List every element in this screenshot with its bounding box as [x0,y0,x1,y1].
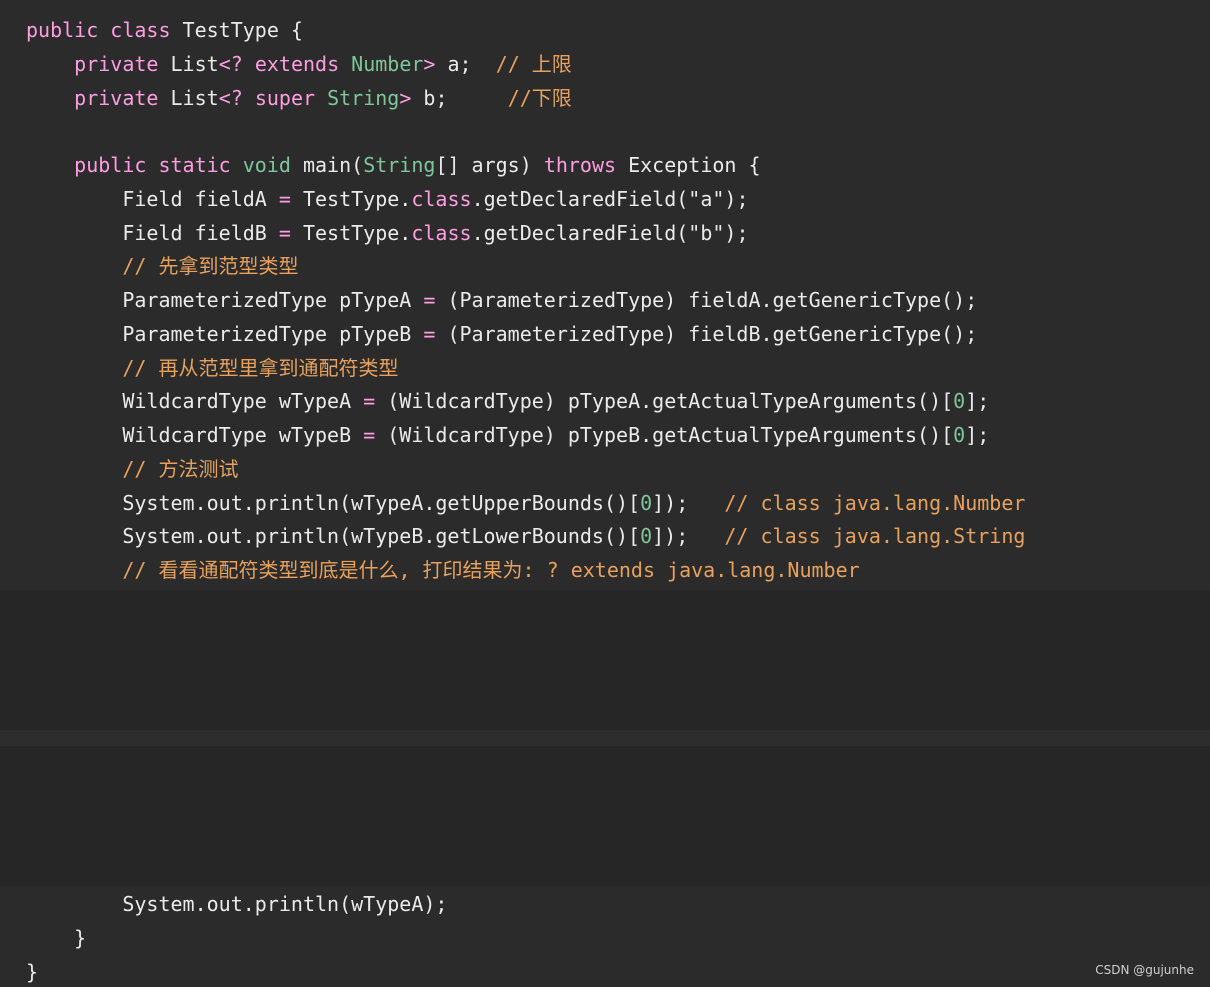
code-line-15: System.out.println(wTypeA.getUpperBounds… [122,491,1026,515]
code-line-7: Field fieldB = TestType.class.getDeclare… [122,221,749,245]
code-line-13: WildcardType wTypeB = (WildcardType) pTy… [122,423,990,447]
code-line-17-comment: // 看看通配符类型到底是什么, 打印结果为: ? extends java.l… [122,558,860,582]
code-line-20: } [26,960,39,984]
code-line-2: private List<? extends Number> a; // 上限 [74,52,572,76]
code-line-14-comment: // 方法测试 [122,457,239,481]
code-line-11-comment: // 再从范型里拿到通配符类型 [122,356,399,380]
code-line-9: ParameterizedType pTypeA = (Parameterize… [122,288,978,312]
code-blank-separator [0,730,1210,746]
watermark: CSDN @gujunhe [1095,963,1194,977]
code-line-19: } [74,926,87,950]
code-line-10: ParameterizedType pTypeB = (Parameterize… [122,322,978,346]
code-line-16: System.out.println(wTypeB.getLowerBounds… [122,524,1026,548]
code-line-8-comment: // 先拿到范型类型 [122,254,299,278]
code-line-3: private List<? super String> b; //下限 [74,86,572,110]
code-blank-area-1 [0,590,1210,730]
code-line-18: System.out.println(wTypeA); [122,892,448,916]
code-line-12: WildcardType wTypeA = (WildcardType) pTy… [122,389,990,413]
code-line-6: Field fieldA = TestType.class.getDeclare… [122,187,749,211]
code-line-1: public class TestType { [26,18,303,42]
code-line-5: public static void main(String[] args) t… [74,153,761,177]
code-blank-area-2 [0,746,1210,886]
